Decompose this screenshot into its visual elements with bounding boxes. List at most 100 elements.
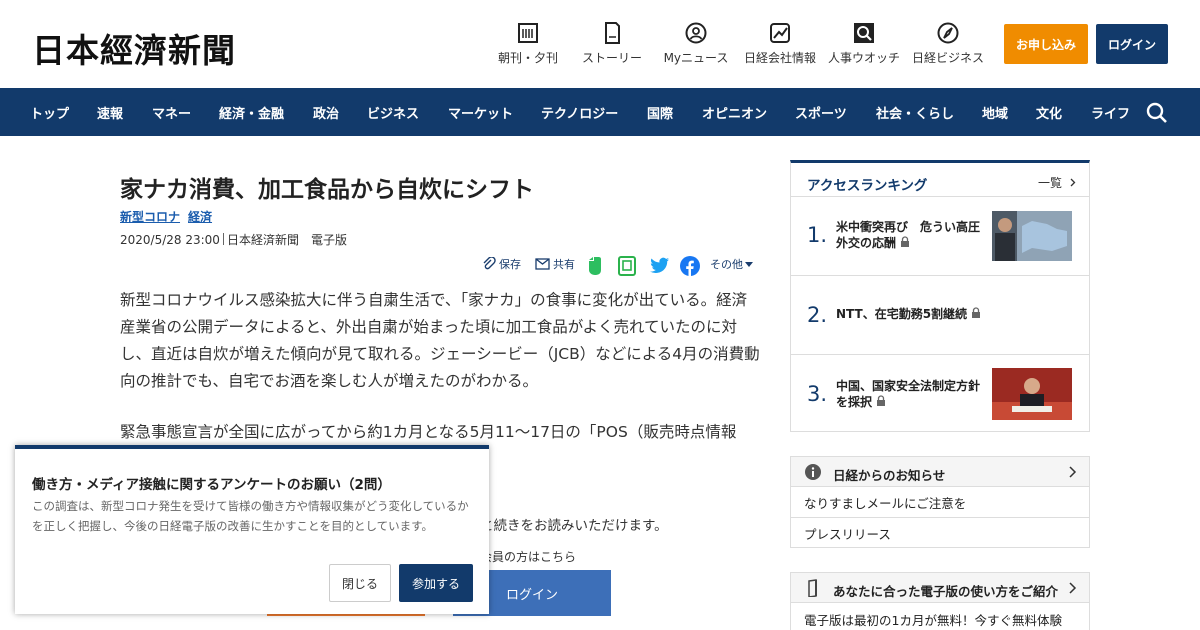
search-icon[interactable] xyxy=(1145,101,1169,125)
article-paragraph: 緊急事態宣言が全国に広がってから約1カ月となる5月11～17日の「POS（販売時… xyxy=(120,423,737,441)
access-ranking: アクセスランキング 一覧 1. 米中衝突再び 危うい高圧外交の応酬 2. NTT… xyxy=(790,160,1090,432)
article-meta: 2020/5/28 23:00 日本経済新聞 電子版 xyxy=(120,231,347,248)
category-navbar: トップ 速報 マネー 経済・金融 政治 ビジネス マーケット テクノロジー 国際… xyxy=(0,88,1200,136)
chart-icon xyxy=(770,23,790,43)
ranking-item-title: 米中衝突再び 危うい高圧外交の応酬 xyxy=(836,220,981,250)
ranking-number: 3. xyxy=(807,382,828,406)
guide-link[interactable]: 電子版は最初の1カ月が無料！今すぐ無料体験 xyxy=(804,610,1062,629)
mail-icon xyxy=(535,258,550,270)
paperclip-icon xyxy=(483,257,496,270)
header-nav-story[interactable]: ストーリー xyxy=(580,22,644,68)
site-logo[interactable]: 日本經濟新聞 xyxy=(32,24,236,72)
nav-item-top[interactable]: トップ xyxy=(30,103,69,122)
ranking-item[interactable]: 2. NTT、在宅勤務5割継続 xyxy=(791,275,1089,353)
evernote-icon[interactable] xyxy=(586,256,604,276)
header-nav-mynews[interactable]: Myニュース xyxy=(663,22,729,68)
save-label: 保存 xyxy=(499,258,521,271)
ranking-title: アクセスランキング xyxy=(807,178,928,194)
header-nav-business[interactable]: 日経ビジネス xyxy=(911,22,985,68)
tag-link[interactable]: 経済 xyxy=(188,210,212,224)
nav-item-life[interactable]: ライフ xyxy=(1091,103,1130,122)
ranking-more-label: 一覧 xyxy=(1038,176,1063,190)
nav-item-sports[interactable]: スポーツ xyxy=(795,103,847,122)
nav-item-breaking[interactable]: 速報 xyxy=(97,103,123,122)
survey-description: この調査は、新型コロナ発生を受けて皆様の働き方や情報収集がどう変化しているかを正… xyxy=(32,499,469,533)
story-icon xyxy=(605,22,620,44)
notice-link[interactable]: なりすましメールにご注意を xyxy=(804,493,966,512)
header-nav-label: 朝刊・夕刊 xyxy=(497,51,558,65)
ranking-item-title: 中国、国家安全法制定方針を採択 xyxy=(836,379,981,409)
article-source: 日本経済新聞 電子版 xyxy=(226,233,347,247)
ranking-more-link[interactable]: 一覧 xyxy=(1038,174,1076,191)
compass-icon xyxy=(937,22,959,44)
continue-reading-text: と続きをお読みいただけます。 xyxy=(480,518,668,534)
divider xyxy=(791,517,1089,518)
article-tags: 新型コロナ 経済 xyxy=(120,208,220,225)
article-date: 2020/5/28 23:00 xyxy=(120,233,220,247)
user-circle-icon xyxy=(685,22,707,44)
apply-button[interactable]: お申し込み xyxy=(1004,24,1088,64)
guide-title: あなたに合った電子版の使い方をご紹介 xyxy=(833,584,1059,599)
survey-title: 働き方・メディア接触に関するアンケートのお願い（2問） xyxy=(32,477,391,493)
share-button[interactable]: 共有 xyxy=(535,256,575,272)
ranking-item-title: NTT、在宅勤務5割継続 xyxy=(836,306,1036,322)
notice-link[interactable]: プレスリリース xyxy=(804,524,891,543)
lock-icon xyxy=(901,236,910,247)
ranking-thumbnail xyxy=(992,368,1072,420)
chevron-right-icon xyxy=(1069,466,1077,478)
article-paragraph: 新型コロナウイルス感染拡大に伴う自粛生活で、「家ナカ」の食事に変化が出ている。経… xyxy=(120,291,760,390)
nav-item-economy[interactable]: 経済・金融 xyxy=(219,103,284,122)
nav-item-business[interactable]: ビジネス xyxy=(367,103,419,122)
share-label: 共有 xyxy=(553,258,575,271)
nav-item-politics[interactable]: 政治 xyxy=(313,103,339,122)
nav-item-society[interactable]: 社会・くらし xyxy=(876,103,954,122)
survey-join-button[interactable]: 参加する xyxy=(399,564,473,602)
newspaper-icon xyxy=(518,23,538,43)
header-nav-label: 日経会社情報 xyxy=(743,51,816,65)
feedly-icon[interactable] xyxy=(618,256,636,276)
chevron-right-icon xyxy=(1069,582,1077,594)
ranking-number: 1. xyxy=(807,223,828,247)
book-icon xyxy=(808,579,817,597)
login-button[interactable]: ログイン xyxy=(1096,24,1168,64)
share-more-label: その他 xyxy=(710,258,743,271)
chevron-right-icon xyxy=(1070,178,1076,187)
ranking-item[interactable]: 3. 中国、国家安全法制定方針を採択 xyxy=(791,354,1089,432)
survey-close-button[interactable]: 閉じる xyxy=(329,564,391,602)
guide-box: あなたに合った電子版の使い方をご紹介 電子版は最初の1カ月が無料！今すぐ無料体験 xyxy=(790,572,1090,630)
header-nav-company[interactable]: 日経会社情報 xyxy=(743,22,817,68)
info-icon xyxy=(805,464,821,480)
lock-icon xyxy=(972,307,981,318)
header-nav-jinji[interactable]: 人事ウオッチ xyxy=(827,22,901,68)
notice-header[interactable]: 日経からのお知らせ xyxy=(791,457,1089,487)
caret-down-icon xyxy=(745,261,753,267)
tag-link[interactable]: 新型コロナ xyxy=(120,210,180,224)
nav-item-technology[interactable]: テクノロジー xyxy=(541,103,618,122)
article-title: 家ナカ消費、加工食品から自炊にシフト xyxy=(120,177,534,203)
site-header: 日本經濟新聞 朝刊・夕刊 ストーリー Myニュース 日経会社情報 人事ウオッチ … xyxy=(0,0,1200,88)
header-nav-label: ストーリー xyxy=(581,51,642,65)
save-button[interactable]: 保存 xyxy=(482,256,521,272)
survey-popup: 働き方・メディア接触に関するアンケートのお願い（2問） この調査は、新型コロナ発… xyxy=(15,445,489,614)
ranking-item[interactable]: 1. 米中衝突再び 危うい高圧外交の応酬 xyxy=(791,196,1089,274)
header-nav-label: Myニュース xyxy=(663,51,729,65)
lock-icon xyxy=(877,395,886,406)
nav-item-opinion[interactable]: オピニオン xyxy=(702,103,767,122)
share-more-button[interactable]: その他 xyxy=(710,256,753,272)
header-nav-paper[interactable]: 朝刊・夕刊 xyxy=(495,22,561,68)
nikkei-notice-box: 日経からのお知らせ なりすましメールにご注意を プレスリリース xyxy=(790,456,1090,548)
ranking-thumbnail xyxy=(992,211,1072,261)
nav-item-money[interactable]: マネー xyxy=(152,103,191,122)
header-nav-label: 日経ビジネス xyxy=(911,51,984,65)
ranking-number: 2. xyxy=(807,303,828,327)
nav-item-region[interactable]: 地域 xyxy=(982,103,1008,122)
nav-item-market[interactable]: マーケット xyxy=(448,103,513,122)
search-person-icon xyxy=(854,23,874,43)
notice-title: 日経からのお知らせ xyxy=(833,468,946,483)
nav-item-international[interactable]: 国際 xyxy=(647,103,673,122)
nav-item-culture[interactable]: 文化 xyxy=(1036,103,1062,122)
twitter-icon[interactable] xyxy=(650,257,670,274)
facebook-icon[interactable] xyxy=(680,256,700,276)
guide-header[interactable]: あなたに合った電子版の使い方をご紹介 xyxy=(791,573,1089,603)
member-note: 会員の方はこちら xyxy=(480,550,577,564)
